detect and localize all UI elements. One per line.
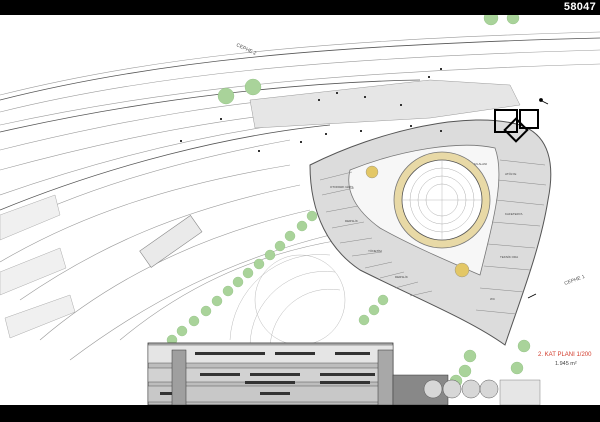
room-label: TEKNİK ODA [500,254,518,259]
landscape-hatch [0,194,76,339]
street-label-right: CEPHE 1 [564,274,586,287]
footer-bar [0,405,600,422]
room-label: DERSLİK [395,274,408,279]
header-bar: 58047 [0,0,600,15]
atrium [393,151,491,249]
room-label: DERSLİK [345,218,358,223]
plan-area: 1.945 m² [555,361,577,367]
room-label: WC [490,297,496,301]
room-label: YÖNETİM [368,248,382,253]
room-label: ATÖLYE [505,172,516,176]
sheet-number: 58047 [563,1,596,13]
parking-rect [139,215,203,268]
site-plan-drawing: OTOPARK GİRİŞ DERSLİK YÖNETİM DERSLİK SE… [0,10,600,417]
room-label: OTOPARK GİRİŞ [330,184,353,189]
room-label: KAFETERYA [505,212,523,216]
drawing-sheet: OTOPARK GİRİŞ DERSLİK YÖNETİM DERSLİK SE… [0,0,600,422]
plan-title: 2. KAT PLANI 1/200 [538,352,592,358]
street-label-top: CEPHE 2 [235,42,257,57]
